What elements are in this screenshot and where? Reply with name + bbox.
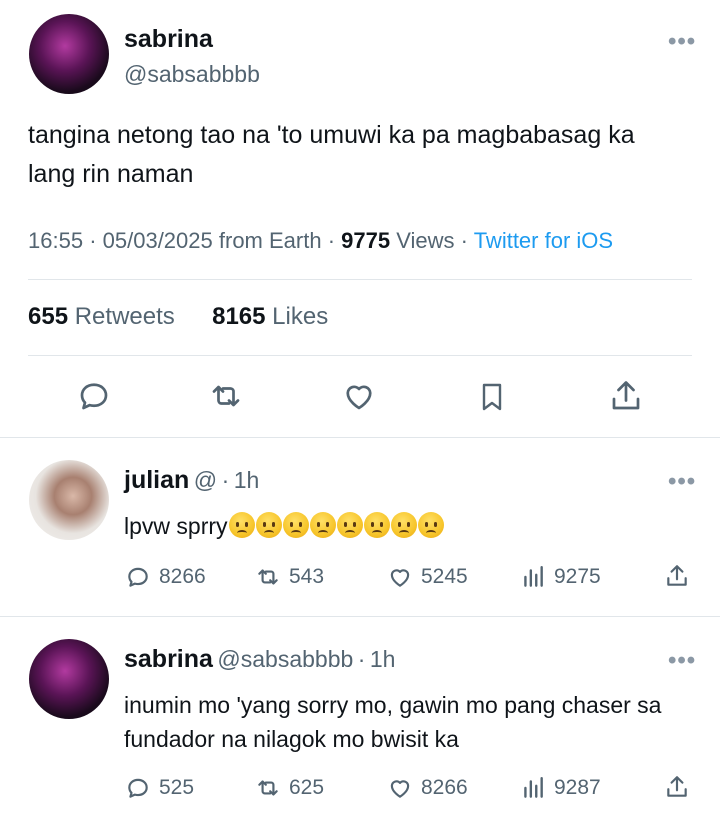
crying-face-emoji: [255, 512, 282, 538]
reply-count[interactable]: 8266: [125, 562, 206, 592]
divider: [28, 279, 692, 280]
views-count[interactable]: 9775: [341, 228, 390, 253]
author-avatar[interactable]: [29, 14, 109, 94]
reply-avatar[interactable]: [29, 460, 109, 540]
tweet-text: tangina netong tao na 'to umuwi ka pa ma…: [28, 121, 635, 188]
tweet-location: from Earth: [218, 228, 322, 253]
tweet-meta: 16:55 · 05/03/2025 from Earth · 9775 Vie…: [28, 228, 614, 253]
views-label[interactable]: Views: [396, 228, 454, 253]
reply-time[interactable]: 1h: [234, 467, 260, 493]
tweet-date: 05/03/2025: [102, 228, 213, 253]
reply-avatar[interactable]: [29, 639, 109, 719]
reply-text: inumin mo 'yang sorry mo, gawin mo pang …: [124, 692, 662, 752]
views-icon: [520, 564, 546, 590]
like-icon: [387, 564, 413, 590]
retweets-label[interactable]: Retweets: [75, 303, 175, 330]
share-icon[interactable]: [664, 774, 690, 800]
engagement-stats: 655 Retweets 8165 Likes: [28, 303, 328, 331]
retweet-icon: [255, 564, 281, 590]
retweet-icon: [255, 775, 281, 801]
reply-author-name[interactable]: sabrina: [124, 645, 213, 673]
retweet-count[interactable]: 543: [255, 562, 324, 592]
more-options-icon[interactable]: •••: [668, 28, 696, 56]
divider: [0, 437, 720, 438]
pleading-face-emoji: [336, 512, 363, 538]
reply-time[interactable]: 1h: [370, 646, 396, 672]
reply-count[interactable]: 525: [125, 773, 194, 803]
retweet-count[interactable]: 625: [255, 773, 324, 803]
reply-author-handle[interactable]: @sabsabbbb: [217, 646, 353, 672]
views-icon: [520, 775, 546, 801]
crying-face-emoji: [228, 512, 255, 538]
reply-icon: [125, 775, 151, 801]
reply-header: julian @ · 1h: [124, 466, 260, 494]
reply-header: sabrina @sabsabbbb · 1h: [124, 645, 396, 673]
emoji-group: [228, 512, 444, 547]
more-options-icon[interactable]: •••: [668, 647, 696, 675]
like-count[interactable]: 8266: [387, 773, 468, 803]
tweet-time: 16:55: [28, 228, 84, 253]
like-count[interactable]: 5245: [387, 562, 468, 592]
crying-face-emoji: [417, 512, 444, 538]
view-count[interactable]: 9287: [520, 773, 601, 803]
crying-face-emoji: [282, 512, 309, 538]
crying-face-emoji: [309, 512, 336, 538]
share-icon[interactable]: [664, 563, 690, 589]
divider: [0, 616, 720, 617]
retweets-count[interactable]: 655: [28, 303, 68, 330]
likes-count[interactable]: 8165: [212, 303, 265, 330]
view-count[interactable]: 9275: [520, 562, 601, 592]
share-icon[interactable]: [608, 378, 644, 414]
more-options-icon[interactable]: •••: [668, 468, 696, 496]
reply-text: lpvw sprry: [124, 509, 704, 547]
retweet-icon[interactable]: [206, 378, 246, 414]
author-handle[interactable]: @sabsabbbb: [124, 61, 260, 88]
like-icon: [387, 775, 413, 801]
author-name[interactable]: sabrina: [124, 25, 213, 54]
reply-author-name[interactable]: julian: [124, 466, 189, 494]
client-link[interactable]: Twitter for iOS: [474, 228, 613, 253]
tweet-action-bar: [0, 378, 720, 418]
bookmark-icon[interactable]: [476, 378, 508, 416]
reply-icon: [125, 564, 151, 590]
like-icon[interactable]: [340, 378, 378, 414]
reply-icon[interactable]: [76, 378, 112, 414]
likes-label[interactable]: Likes: [272, 303, 328, 330]
reply-author-handle[interactable]: @: [194, 467, 217, 493]
divider: [28, 355, 692, 356]
crying-face-emoji: [390, 512, 417, 538]
pleading-face-emoji: [363, 512, 390, 538]
